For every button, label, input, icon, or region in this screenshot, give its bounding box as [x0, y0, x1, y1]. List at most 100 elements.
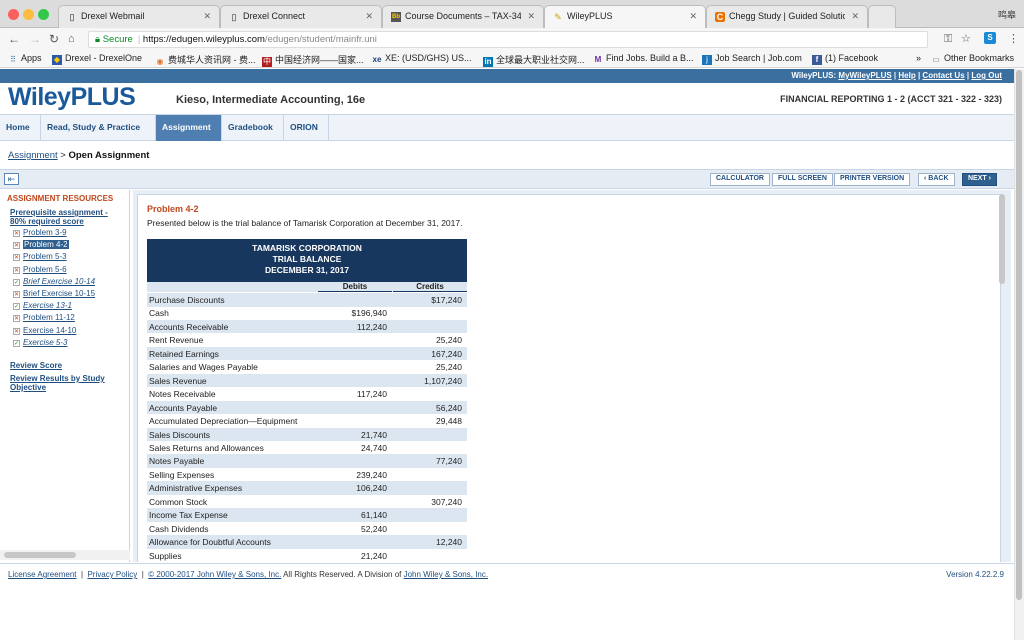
- review-results-link[interactable]: Review Results by Study Objective: [10, 374, 122, 392]
- address-bar[interactable]: 🔒︎ Secure | https://edugen.wileyplus.com/…: [88, 31, 928, 48]
- sidebar-question-item[interactable]: ✓ Exercise 13-1: [13, 301, 72, 311]
- other-bookmarks[interactable]: ▭ Other Bookmarks: [931, 53, 1014, 65]
- sidebar-question-item[interactable]: ✕ Problem 4-2: [13, 240, 69, 250]
- close-tab-icon[interactable]: ✕: [203, 11, 211, 22]
- sidebar-question-item[interactable]: ✕ Problem 5-6: [13, 265, 67, 275]
- bookmark-linkedin[interactable]: in 全球最大职业社交网...: [483, 53, 585, 67]
- license-agreement-link[interactable]: License Agreement: [8, 570, 77, 579]
- extension-icon[interactable]: S: [984, 32, 996, 44]
- close-tab-icon[interactable]: ✕: [365, 11, 373, 22]
- sidebar-question-item[interactable]: ✕ Problem 3-9: [13, 228, 67, 238]
- breadcrumb-assignment-link[interactable]: Assignment: [8, 150, 58, 161]
- bookmark-drexel[interactable]: ◆ Drexel - DrexelOne: [52, 53, 142, 65]
- bookmark-chinese-news[interactable]: ◉ 费城华人资讯网 - 费...: [155, 53, 256, 67]
- bookmark-jobcom[interactable]: j Job Search | Job.com: [702, 53, 802, 65]
- privacy-policy-link[interactable]: Privacy Policy: [87, 570, 137, 579]
- back-button[interactable]: ‹ BACK: [918, 173, 955, 186]
- sidebar-question-item[interactable]: ✕ Problem 11-12: [13, 313, 75, 323]
- toggle-panel-icon[interactable]: ⇤: [4, 173, 19, 185]
- wiley-division-link[interactable]: John Wiley & Sons, Inc.: [404, 570, 488, 579]
- debit-amount: 61,140: [361, 510, 387, 521]
- report-date: DECEMBER 31, 2017: [264, 265, 350, 275]
- minimize-window-icon[interactable]: [23, 9, 34, 20]
- course-title: FINANCIAL REPORTING 1 - 2 (ACCT 321 - 32…: [780, 94, 1002, 104]
- reload-icon[interactable]: ↻: [49, 31, 59, 47]
- profile-name[interactable]: 鸣皋: [998, 8, 1016, 21]
- bookmark-ce-cn[interactable]: 中中国经济网——国家...: [262, 53, 364, 67]
- browser-tab-wileyplus[interactable]: ✎ WileyPLUS ✕: [544, 5, 706, 29]
- review-score-link[interactable]: Review Score: [10, 361, 62, 370]
- menu-dots-icon[interactable]: ⋮: [1008, 32, 1019, 46]
- tab-orion[interactable]: ORION: [284, 115, 329, 141]
- browser-tab-drexel-webmail[interactable]: ▯ Drexel Webmail ✕: [58, 5, 220, 28]
- next-button[interactable]: NEXT ›: [962, 173, 997, 186]
- printer-version-button[interactable]: PRINTER VERSION: [834, 173, 911, 186]
- secure-indicator[interactable]: 🔒︎ Secure: [95, 34, 133, 45]
- browser-tab-course-documents[interactable]: Bb Course Documents – TAX-341 ✕: [382, 5, 544, 28]
- close-tab-icon[interactable]: ✕: [527, 11, 535, 22]
- debit-amount: 52,240: [361, 523, 387, 534]
- bookmark-facebook[interactable]: f (1) Facebook: [812, 53, 878, 65]
- sidebar-question-item[interactable]: ✕ Brief Exercise 10-15: [13, 289, 95, 299]
- version-label: Version 4.22.2.9: [946, 570, 1004, 579]
- table-row: Notes Payable 77,240: [147, 454, 467, 468]
- full-screen-button[interactable]: FULL SCREEN: [772, 173, 833, 186]
- contact-us-link[interactable]: Contact Us: [922, 71, 964, 80]
- browser-tab-chegg[interactable]: C Chegg Study | Guided Solution ✕: [706, 5, 868, 28]
- star-icon[interactable]: ☆: [961, 32, 971, 46]
- sidebar-question-item[interactable]: ✕ Exercise 14-10: [13, 326, 76, 336]
- account-name: Accounts Payable: [149, 402, 218, 413]
- credit-amount: $17,240: [431, 295, 462, 305]
- close-window-icon[interactable]: [8, 9, 19, 20]
- debit-amount: 239,240: [356, 469, 387, 480]
- wileyplus-logo: WileyPLUS: [8, 83, 136, 111]
- tab-home[interactable]: Home: [0, 115, 41, 141]
- debits-header: Debits: [318, 282, 392, 292]
- credit-amount: 56,240: [436, 402, 462, 413]
- log-out-link[interactable]: Log Out: [971, 71, 1002, 80]
- mywileyplus-link[interactable]: MyWileyPLUS: [838, 71, 891, 80]
- check-icon: ✓: [13, 339, 20, 347]
- debit-amount: 117,240: [356, 389, 387, 400]
- home-icon[interactable]: ⌂: [68, 31, 75, 47]
- copyright-link[interactable]: © 2000-2017 John Wiley & Sons, Inc.: [148, 570, 281, 579]
- back-arrow-icon[interactable]: ←: [8, 31, 20, 47]
- bookmarks-overflow-icon[interactable]: »: [916, 53, 921, 63]
- sidebar-scrollbar[interactable]: [4, 552, 76, 558]
- bookmarks-bar: ⠿ Apps ◆ Drexel - DrexelOne ◉ 费城华人资讯网 - 费..…: [0, 50, 1024, 68]
- key-icon[interactable]: ⚿: [944, 32, 952, 46]
- tab-read-study-practice[interactable]: Read, Study & Practice: [41, 115, 156, 141]
- status-x-icon: ✕: [13, 266, 20, 274]
- sidebar-question-item[interactable]: ✕ Problem 5-3: [13, 252, 67, 262]
- status-x-icon: ✕: [13, 242, 20, 250]
- close-tab-icon[interactable]: ✕: [851, 11, 859, 22]
- new-tab-button[interactable]: [868, 5, 896, 28]
- page-icon: ▯: [69, 12, 75, 22]
- prerequisite-link[interactable]: Prerequisite assignment - 80% required s…: [10, 208, 122, 226]
- tab-assignment[interactable]: Assignment: [156, 115, 222, 141]
- close-tab-icon[interactable]: ✕: [689, 11, 697, 22]
- tab-gradebook[interactable]: Gradebook: [222, 115, 284, 141]
- debit-amount: 21,740: [361, 429, 387, 440]
- account-name: Rent Revenue: [149, 335, 204, 346]
- tab-title: Drexel Connect: [243, 11, 306, 21]
- forward-arrow-icon[interactable]: →: [29, 31, 41, 47]
- calculator-button[interactable]: CALCULATOR: [710, 173, 770, 186]
- account-name: Cash Dividends: [149, 523, 209, 534]
- sidebar-question-item[interactable]: ✓ Brief Exercise 10-14: [13, 277, 95, 287]
- table-row: Cash $196,940: [147, 306, 467, 320]
- browser-tab-drexel-connect[interactable]: ▯ Drexel Connect ✕: [220, 5, 382, 28]
- content-scrollbar[interactable]: [999, 194, 1005, 284]
- page-scrollbar[interactable]: [1016, 70, 1022, 600]
- sidebar-question-label: Brief Exercise 10-14: [23, 276, 96, 286]
- bookmark-xe[interactable]: xe XE: (USD/GHS) US...: [372, 53, 472, 65]
- apps-icon: ⠿: [10, 55, 16, 64]
- debit-amount: 112,240: [356, 321, 387, 332]
- linkedin-icon: in: [483, 57, 493, 67]
- status-x-icon: ✕: [13, 327, 20, 335]
- bookmark-apps[interactable]: ⠿ Apps: [8, 53, 41, 65]
- zoom-window-icon[interactable]: [38, 9, 49, 20]
- help-link[interactable]: Help: [898, 71, 915, 80]
- bookmark-monster[interactable]: M Find Jobs. Build a B...: [593, 53, 694, 65]
- sidebar-question-item[interactable]: ✓ Exercise 5-3: [13, 338, 67, 348]
